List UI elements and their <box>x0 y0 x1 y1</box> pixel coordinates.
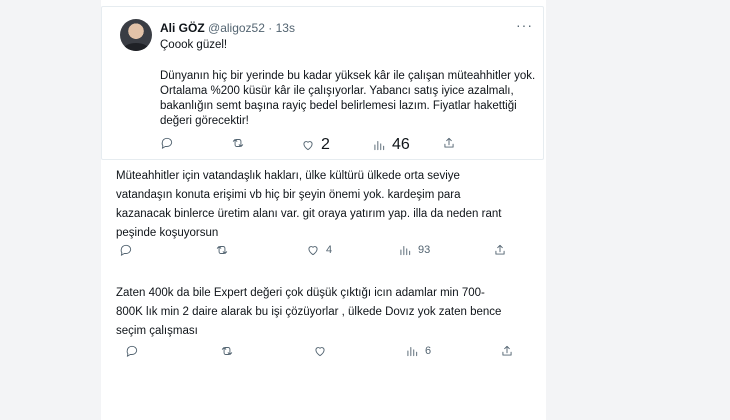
share-icon <box>495 244 505 255</box>
like-count: 4 <box>326 244 333 256</box>
views-button[interactable]: 6 <box>405 344 431 358</box>
share-button[interactable] <box>493 243 507 257</box>
views-count: 46 <box>392 136 410 153</box>
views-count: 6 <box>425 345 432 357</box>
tweet-text-line: değeri görecektir! <box>160 115 249 127</box>
reply-text-line: kazanacak binlerce üretim alanı var. git… <box>116 208 502 220</box>
share-button[interactable] <box>500 344 514 358</box>
retweet-button[interactable] <box>231 136 251 150</box>
reply-icon <box>161 137 173 149</box>
separator-dot: · <box>268 21 273 35</box>
share-icon <box>502 345 512 356</box>
reply-button[interactable] <box>119 243 133 257</box>
views-count: 93 <box>418 244 431 256</box>
retweet-button[interactable] <box>215 243 229 257</box>
tweet-text-line: Dünyanın hiç bir yerinde bu kadar yüksek… <box>160 70 536 82</box>
retweet-button[interactable] <box>220 344 234 358</box>
left-margin <box>0 0 101 420</box>
like-button[interactable]: 2 <box>301 136 330 154</box>
tweet-time[interactable]: 13s <box>276 21 295 35</box>
tweet-text-line: Ortalama %200 küsür kâr ile çalışıyorlar… <box>160 85 514 97</box>
reply-text-line: 800K lık min 2 daire alarak bu işi çözüy… <box>116 306 502 318</box>
retweet-icon <box>216 246 228 254</box>
avatar[interactable] <box>120 19 152 51</box>
like-button[interactable] <box>313 344 333 358</box>
tweet-header: Ali GÖZ @aligoz52 · 13s <box>160 21 295 35</box>
more-options-icon[interactable]: ··· <box>516 17 533 33</box>
reply-2-text: Zaten 400k da bile Expert değeri çok düş… <box>116 284 501 341</box>
views-button[interactable]: 46 <box>372 136 410 154</box>
reply-text-line: peşinde koşuyorsun <box>116 227 219 239</box>
share-button[interactable] <box>442 136 456 150</box>
reply-text-line: Müteahhitler için vatandaşlık hakları, ü… <box>116 170 460 182</box>
reply-button[interactable] <box>160 136 180 150</box>
author-handle[interactable]: @aligoz52 <box>208 21 265 35</box>
reply-button[interactable] <box>125 344 139 358</box>
heart-icon <box>308 246 318 256</box>
like-count: 2 <box>321 136 330 153</box>
share-icon <box>444 137 454 148</box>
heart-icon <box>303 141 313 151</box>
retweet-icon <box>221 347 233 355</box>
tweet-text-first-line: Çoook güzel! <box>160 39 228 51</box>
reply-text-line: seçim çalışması <box>116 325 198 337</box>
reply-icon <box>120 244 132 256</box>
views-icon <box>374 141 385 151</box>
retweet-icon <box>232 139 244 147</box>
tweet-card[interactable]: Ali GÖZ @aligoz52 · 13s ··· Çoook güzel!… <box>101 6 544 160</box>
views-button[interactable]: 93 <box>398 243 430 257</box>
reply-1-text: Müteahhitler için vatandaşlık hakları, ü… <box>116 167 501 243</box>
tweet-text-body: Dünyanın hiç bir yerinde bu kadar yüksek… <box>160 69 535 129</box>
heart-icon <box>315 347 325 357</box>
like-button[interactable]: 4 <box>306 243 332 257</box>
reply-icon <box>126 345 138 357</box>
author-name[interactable]: Ali GÖZ <box>160 21 205 35</box>
views-icon <box>400 246 411 256</box>
tweet-text-line: bakanlığın semt başına rayiç bedel belir… <box>160 100 517 112</box>
views-icon <box>407 347 418 357</box>
reply-text-line: vatandaşın konuta erişimi vb hiç bir şey… <box>116 189 461 201</box>
reply-text-line: Zaten 400k da bile Expert değeri çok düş… <box>116 287 485 299</box>
right-margin <box>546 0 730 420</box>
